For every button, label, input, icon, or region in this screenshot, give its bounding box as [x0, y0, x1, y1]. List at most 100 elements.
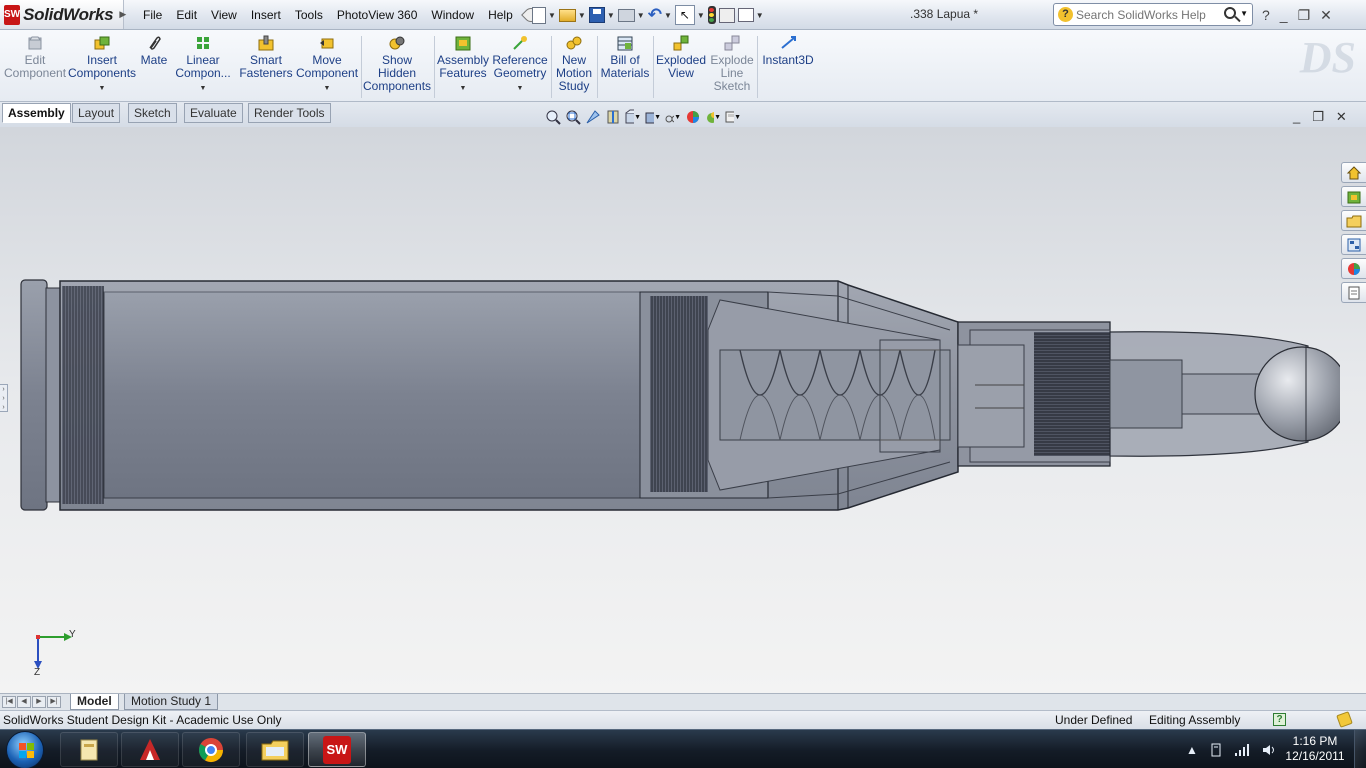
chevron-down-icon[interactable]: ▼ — [324, 82, 331, 95]
expand-arrow-icon[interactable]: ▶ — [119, 9, 126, 20]
open-folder-icon[interactable]: ▼ — [558, 5, 586, 25]
zoom-to-area-icon[interactable] — [564, 109, 581, 126]
save-icon[interactable]: ▼ — [588, 5, 615, 25]
linear-component-pattern-button[interactable]: Linear Compon... ▼ — [174, 34, 232, 95]
tab-motion-study-1[interactable]: Motion Study 1 — [124, 694, 219, 710]
tab-render-tools[interactable]: Render Tools — [248, 103, 331, 123]
graphics-area[interactable]: › › › Y Z — [0, 127, 1366, 693]
menu-edit[interactable]: Edit — [169, 8, 204, 22]
select-arrow-icon[interactable]: ↖ ▼ — [674, 5, 705, 25]
taskbar-clock[interactable]: 1:16 PM 12/16/2011 — [1284, 734, 1346, 764]
print-icon[interactable]: ▼ — [617, 5, 645, 25]
mate-button[interactable]: Mate — [138, 34, 170, 67]
chrome-icon[interactable] — [182, 732, 240, 767]
view-palette-icon[interactable] — [1341, 234, 1366, 255]
help-search-input[interactable] — [1076, 7, 1206, 23]
assembly-features-icon — [454, 34, 472, 52]
help-search-box[interactable]: ? ▼ — [1053, 3, 1253, 26]
tab-evaluate[interactable]: Evaluate — [184, 103, 243, 123]
feature-manager-flyout-handle[interactable]: › › › — [0, 384, 8, 412]
tags-icon[interactable] — [1336, 711, 1353, 728]
tab-model[interactable]: Model — [70, 694, 119, 710]
custom-properties-icon[interactable] — [1341, 282, 1366, 303]
restore-icon[interactable]: ❐ — [1298, 7, 1311, 24]
menu-file[interactable]: File — [136, 8, 169, 22]
solidworks-logo-menu[interactable]: SW SolidWorks ▶ — [0, 0, 126, 29]
show-hidden-components-button[interactable]: Show Hidden Components — [363, 34, 431, 93]
edit-component-button[interactable]: Edit Component — [4, 34, 66, 80]
last-tab-icon[interactable]: ▶| — [47, 696, 61, 708]
menu-window[interactable]: Window — [424, 8, 481, 22]
restore-icon[interactable]: ❐ — [1312, 109, 1324, 125]
menu-help[interactable]: Help — [481, 8, 520, 22]
exploded-view-button[interactable]: Exploded View — [656, 34, 706, 80]
assembly-features-button[interactable]: Assembly Features ▼ — [437, 34, 489, 95]
explode-line-sketch-button[interactable]: Explode Line Sketch — [709, 34, 755, 93]
file-properties-icon[interactable] — [718, 5, 735, 25]
bill-of-materials-button[interactable]: Bill of Materials — [600, 34, 650, 80]
appearances-scenes-icon[interactable] — [1341, 258, 1366, 279]
cartridge-assembly-model[interactable] — [0, 127, 1340, 693]
tab-assembly[interactable]: Assembly — [2, 103, 71, 123]
hide-show-items-icon[interactable]: ▼ — [664, 109, 681, 126]
apply-scene-icon[interactable]: ▼ — [704, 109, 721, 126]
menu-tools[interactable]: Tools — [288, 8, 330, 22]
solidworks-resources-home-icon[interactable] — [1341, 162, 1366, 183]
instant3d-button[interactable]: Instant3D — [760, 34, 816, 67]
display-style-icon[interactable]: ▼ — [644, 109, 661, 126]
menu-photoview[interactable]: PhotoView 360 — [330, 8, 425, 22]
previous-view-icon[interactable] — [584, 109, 601, 126]
new-motion-study-button[interactable]: New Motion Study — [554, 34, 594, 93]
windows-explorer-icon[interactable] — [60, 732, 118, 767]
reference-geometry-button[interactable]: Reference Geometry ▼ — [492, 34, 548, 95]
menu-view[interactable]: View — [204, 8, 244, 22]
undo-icon[interactable]: ↶ ▼ — [648, 5, 672, 25]
insert-components-button[interactable]: Insert Components ▼ — [68, 34, 136, 95]
quick-tips-icon[interactable]: ? — [1273, 713, 1286, 726]
reference-geometry-icon — [511, 34, 529, 52]
edit-appearance-icon[interactable] — [684, 109, 701, 126]
folder-icon[interactable] — [246, 732, 304, 767]
section-view-icon[interactable] — [604, 109, 621, 126]
chevron-down-icon[interactable]: ▼ — [460, 82, 467, 95]
bill-of-materials-icon — [616, 34, 634, 52]
chevron-down-icon[interactable]: ▼ — [200, 82, 207, 95]
show-hidden-icons-icon[interactable]: ▲ — [1186, 743, 1198, 757]
move-component-button[interactable]: Move Component ▼ — [296, 34, 358, 95]
autocad-icon[interactable] — [121, 732, 179, 767]
design-library-icon[interactable] — [1341, 186, 1366, 207]
prev-tab-icon[interactable]: ◀ — [17, 696, 31, 708]
rebuild-traffic-light-icon[interactable] — [707, 5, 716, 25]
file-explorer-icon[interactable] — [1341, 210, 1366, 231]
smart-fasteners-button[interactable]: Smart Fasteners — [238, 34, 294, 80]
chevron-down-icon[interactable]: ▼ — [1240, 9, 1248, 18]
close-icon[interactable]: ✕ — [1336, 109, 1347, 125]
minimize-icon[interactable]: _ — [1280, 7, 1288, 23]
tab-sketch[interactable]: Sketch — [128, 103, 177, 123]
tab-layout[interactable]: Layout — [72, 103, 121, 123]
edit-component-icon — [26, 34, 44, 52]
show-desktop-button[interactable] — [1354, 730, 1366, 768]
action-center-icon[interactable] — [1209, 742, 1223, 758]
search-icon[interactable] — [1224, 7, 1236, 19]
linear-pattern-icon — [194, 34, 212, 52]
new-document-icon[interactable]: ▼ — [532, 5, 556, 25]
minimize-icon[interactable]: _ — [1293, 109, 1300, 125]
menu-insert[interactable]: Insert — [244, 8, 288, 22]
chevron-down-icon[interactable]: ▼ — [517, 82, 524, 95]
options-icon[interactable]: ▼ — [737, 5, 764, 25]
zoom-to-fit-icon[interactable] — [544, 109, 561, 126]
network-signal-icon[interactable] — [1234, 743, 1250, 757]
start-button[interactable] — [6, 731, 44, 768]
view-orientation-icon[interactable]: ▼ — [624, 109, 641, 126]
solidworks-icon[interactable]: SW — [308, 732, 366, 767]
close-icon[interactable]: ✕ — [1320, 7, 1332, 24]
system-tray: ▲ — [1186, 730, 1277, 768]
next-tab-icon[interactable]: ▶ — [32, 696, 46, 708]
volume-icon[interactable] — [1261, 743, 1277, 757]
help-button[interactable]: ? — [1262, 7, 1270, 23]
chevron-down-icon[interactable]: ▼ — [99, 82, 106, 95]
first-tab-icon[interactable]: |◀ — [2, 696, 16, 708]
view-settings-icon[interactable]: ▼ — [724, 109, 741, 126]
show-hidden-icon — [388, 34, 406, 52]
